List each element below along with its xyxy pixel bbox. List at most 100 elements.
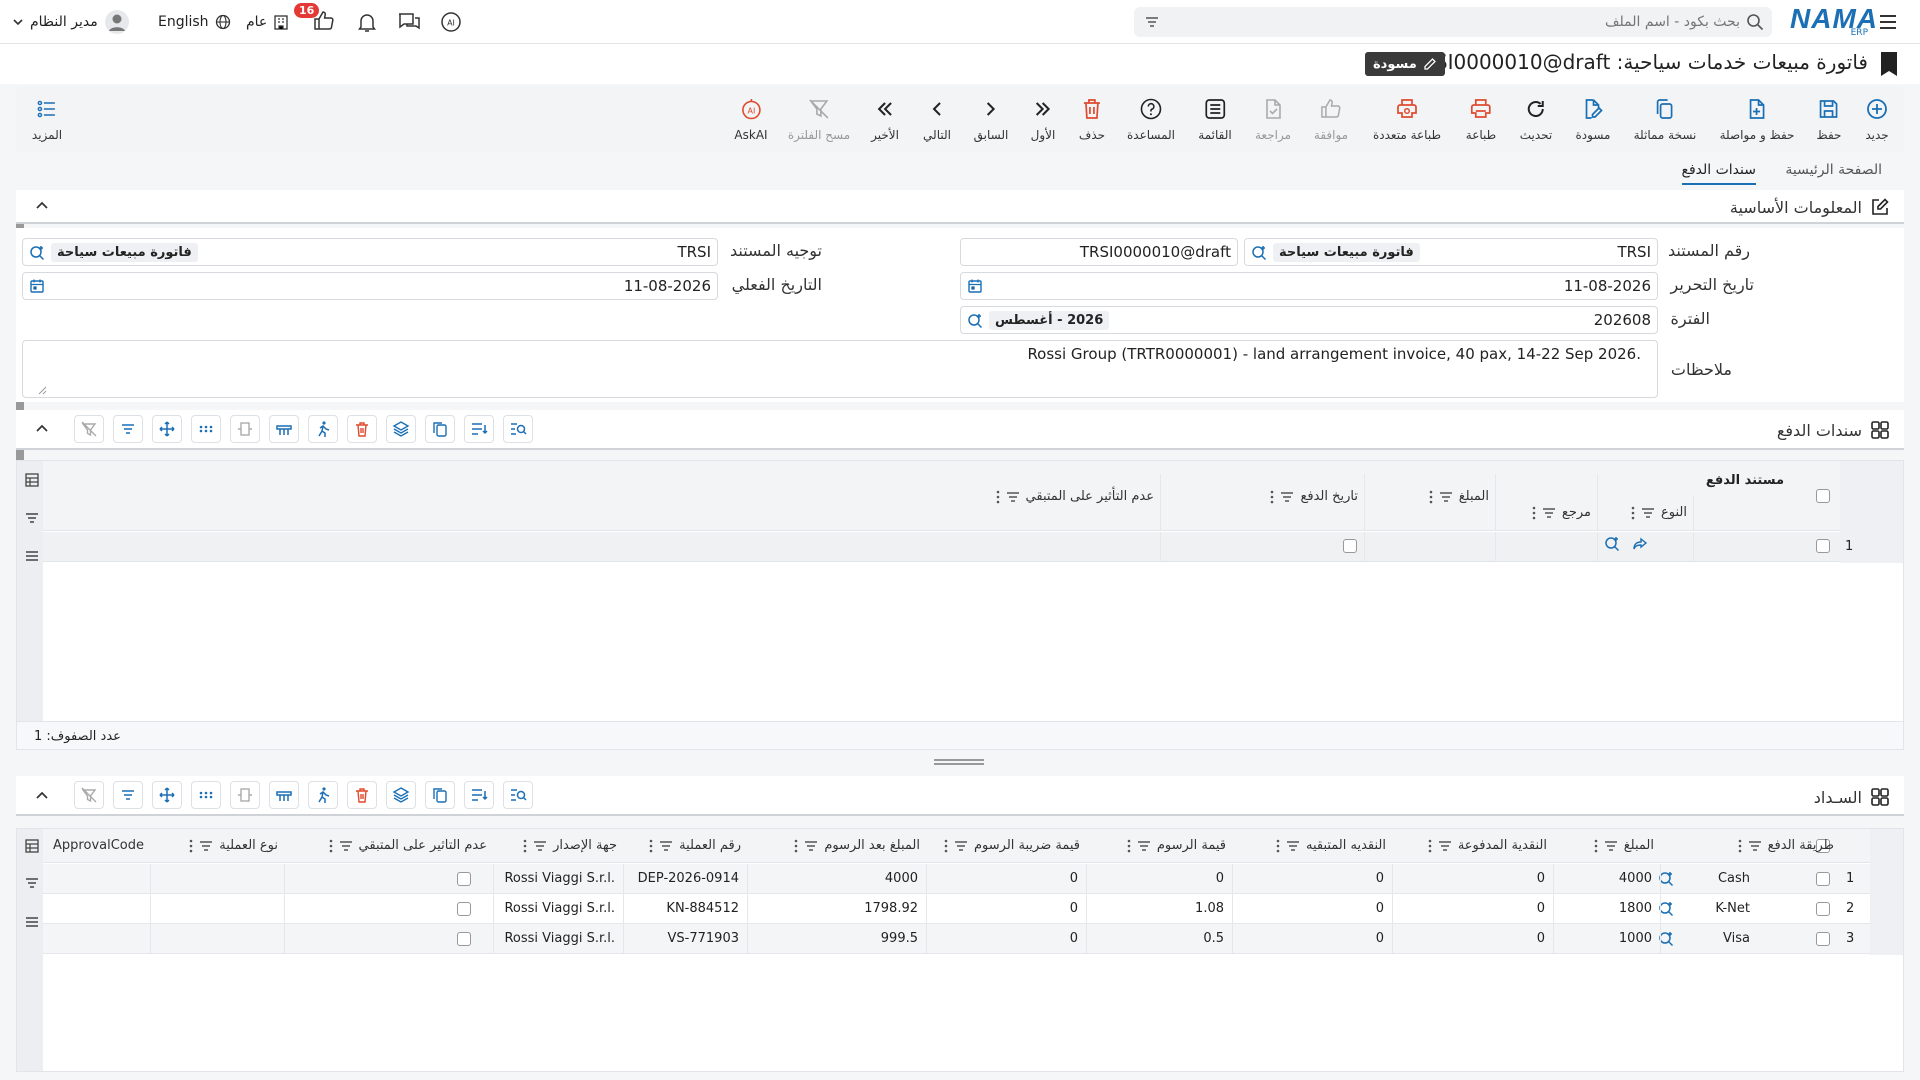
column-menu-icon[interactable] xyxy=(329,839,333,853)
column-menu-icon[interactable] xyxy=(944,839,948,853)
column-menu-icon[interactable] xyxy=(1532,506,1536,520)
filter-button[interactable] xyxy=(113,781,143,809)
select-all-checkbox[interactable] xyxy=(1816,489,1830,503)
calendar-icon[interactable] xyxy=(29,278,45,294)
column-filter-icon[interactable] xyxy=(1286,839,1300,853)
doc-number-field[interactable]: TRSI0000010@draft xyxy=(960,238,1238,266)
column-header[interactable]: طريقة الدفع xyxy=(1666,838,1834,853)
user-menu[interactable]: مدير النظام xyxy=(12,10,130,34)
tab-payment-docs[interactable]: سندات الدفع xyxy=(1681,162,1756,185)
column-filter-icon[interactable] xyxy=(804,839,818,853)
column-header[interactable]: عدم التأثير على المتبقي xyxy=(290,838,487,853)
table-icon[interactable] xyxy=(24,838,40,854)
filter-off-button[interactable] xyxy=(74,781,104,809)
askai-button[interactable]: AI AskAI xyxy=(734,96,768,142)
menu-lines-icon[interactable] xyxy=(24,914,40,930)
column-menu-icon[interactable] xyxy=(996,490,1000,504)
move-button[interactable] xyxy=(152,415,182,443)
layers-button[interactable] xyxy=(386,781,416,809)
table-row[interactable] xyxy=(43,924,1870,954)
column-filter-icon[interactable] xyxy=(533,839,547,853)
fit-columns-button[interactable] xyxy=(230,415,260,443)
notes-textarea[interactable]: Rossi Group (TRTR0000001) - land arrange… xyxy=(22,340,1658,398)
table-row[interactable] xyxy=(43,532,1840,562)
issue-date-field[interactable]: 11-08-2026 xyxy=(960,272,1658,300)
calendar-icon[interactable] xyxy=(967,278,983,294)
running-person-button[interactable] xyxy=(308,415,338,443)
column-filter-icon[interactable] xyxy=(1604,839,1618,853)
column-filter-icon[interactable] xyxy=(1438,839,1452,853)
more-button[interactable]: المزيد xyxy=(32,96,62,142)
chat-icon[interactable] xyxy=(396,10,422,34)
first-button[interactable]: الأول xyxy=(1031,96,1055,142)
duplicate-button[interactable]: نسخة مماثلة xyxy=(1634,96,1696,142)
column-header[interactable]: عدم التأثير على المتبقي xyxy=(960,489,1154,504)
search-list-button[interactable] xyxy=(503,781,533,809)
filter-icon[interactable] xyxy=(24,510,40,526)
copy-button[interactable] xyxy=(425,415,455,443)
review-button[interactable]: مراجعة xyxy=(1255,96,1291,142)
period-field[interactable]: 202608 2026 - أغسطس xyxy=(960,306,1658,334)
menu-lines-icon[interactable] xyxy=(24,548,40,564)
list-filter-button[interactable] xyxy=(464,415,494,443)
column-filter-icon[interactable] xyxy=(659,839,673,853)
filter-icon[interactable] xyxy=(1144,14,1160,30)
column-header[interactable]: جهة الإصدار xyxy=(499,838,617,853)
list-filter-button[interactable] xyxy=(464,781,494,809)
basic-info-title[interactable]: المعلومات الأساسية xyxy=(1730,197,1890,217)
table-split-button[interactable] xyxy=(269,415,299,443)
multi-print-button[interactable]: طباعة متعددة xyxy=(1373,96,1441,142)
column-menu-icon[interactable] xyxy=(649,839,653,853)
column-filter-icon[interactable] xyxy=(1641,506,1655,520)
column-filter-icon[interactable] xyxy=(1006,490,1020,504)
next-button[interactable]: التالي xyxy=(923,96,951,142)
column-menu-icon[interactable] xyxy=(1276,839,1280,853)
print-button[interactable]: طباعة xyxy=(1466,96,1496,142)
no-effect-checkbox[interactable] xyxy=(457,932,471,946)
column-filter-icon[interactable] xyxy=(1137,839,1151,853)
approvals-button[interactable]: 16 xyxy=(294,3,338,35)
column-header[interactable]: المبلغ xyxy=(1559,838,1654,853)
row-checkbox[interactable] xyxy=(1816,902,1830,916)
fit-columns-button[interactable] xyxy=(230,781,260,809)
resize-handle-icon[interactable] xyxy=(37,385,47,395)
previous-button[interactable]: السابق xyxy=(974,96,1008,142)
draft-button[interactable]: مسودة xyxy=(1576,96,1610,142)
language-switch[interactable]: English xyxy=(158,12,231,32)
column-filter-icon[interactable] xyxy=(1439,490,1453,504)
move-button[interactable] xyxy=(152,781,182,809)
delete-button[interactable]: حذف xyxy=(1079,96,1105,142)
column-menu-icon[interactable] xyxy=(1738,839,1742,853)
filter-button[interactable] xyxy=(113,415,143,443)
clear-filter-button[interactable]: مسح الفلترة xyxy=(788,96,850,142)
trash-button[interactable] xyxy=(347,781,377,809)
actual-date-field[interactable]: 11-08-2026 xyxy=(22,272,718,300)
column-header[interactable]: تاريخ الدفع xyxy=(1164,489,1358,504)
column-menu-icon[interactable] xyxy=(1270,490,1274,504)
column-header[interactable]: النقديه المتبقيه xyxy=(1238,838,1386,853)
no-effect-checkbox[interactable] xyxy=(1343,539,1357,553)
refresh-button[interactable]: تحديث xyxy=(1520,96,1552,142)
bell-icon[interactable] xyxy=(355,10,379,34)
save-continue-button[interactable]: حفظ و مواصلة xyxy=(1720,96,1794,142)
search-input[interactable] xyxy=(1180,11,1740,33)
new-button[interactable]: جديد xyxy=(1865,96,1889,142)
lookup-icon[interactable] xyxy=(1251,244,1268,261)
column-header[interactable]: النقدية المدفوعة xyxy=(1398,838,1547,853)
column-menu-icon[interactable] xyxy=(1127,839,1131,853)
column-filter-icon[interactable] xyxy=(1542,506,1556,520)
menu-icon[interactable] xyxy=(1876,10,1900,34)
dots-grid-button[interactable] xyxy=(191,781,221,809)
column-filter-icon[interactable] xyxy=(1280,490,1294,504)
column-menu-icon[interactable] xyxy=(1631,506,1635,520)
collapse-chevron-icon[interactable] xyxy=(34,421,50,437)
table-row[interactable] xyxy=(43,894,1870,924)
tab-main[interactable]: الصفحة الرئيسية xyxy=(1785,162,1882,178)
column-filter-icon[interactable] xyxy=(1748,839,1762,853)
filter-icon[interactable] xyxy=(24,875,40,891)
collapse-chevron-icon[interactable] xyxy=(34,788,50,804)
column-header[interactable]: رقم العملية xyxy=(629,838,741,853)
table-row[interactable] xyxy=(43,864,1870,894)
column-filter-icon[interactable] xyxy=(199,839,213,853)
column-header[interactable]: المبلغ بعد الرسوم xyxy=(753,838,920,853)
